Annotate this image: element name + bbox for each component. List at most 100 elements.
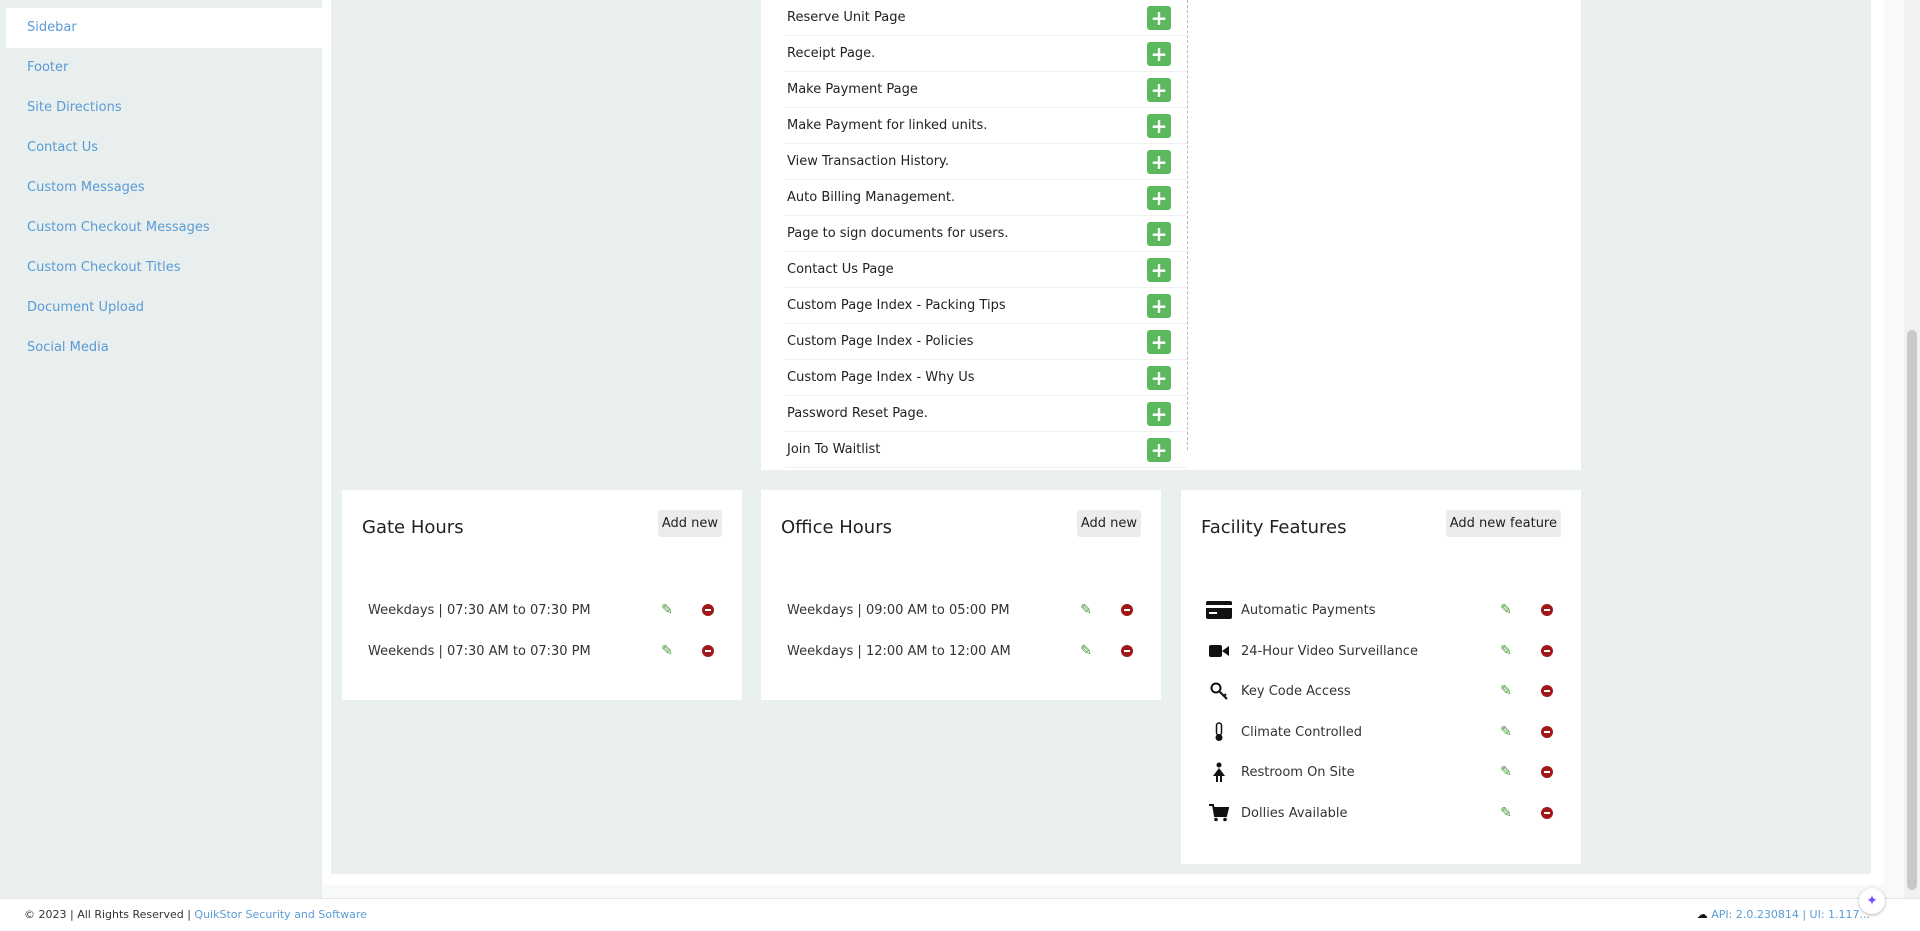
sidebar: Sidebar Footer Site Directions Contact U… (0, 0, 322, 898)
pencil-icon[interactable]: ✎ (1499, 602, 1513, 618)
add-page-button[interactable]: + (1147, 437, 1171, 462)
feature-label: Climate Controlled (1241, 724, 1363, 740)
pencil-icon[interactable]: ✎ (1499, 643, 1513, 659)
add-page-button[interactable]: + (1147, 293, 1171, 318)
list-item: Reserve Unit Page + (785, 0, 1187, 36)
hours-text: Weekends | 07:30 AM to 07:30 PM (368, 643, 591, 659)
restroom-icon (1205, 762, 1233, 782)
remove-icon[interactable] (1121, 645, 1133, 657)
pencil-icon[interactable]: ✎ (1079, 602, 1093, 618)
feature-label: Restroom On Site (1241, 764, 1355, 780)
remove-icon[interactable] (1541, 604, 1553, 616)
table-row: Weekdays | 07:30 AM to 07:30 PM ✎ (368, 595, 714, 625)
sidebar-item-custom-checkout-titles[interactable]: Custom Checkout Titles (6, 248, 322, 288)
credit-card-icon (1205, 601, 1233, 619)
pages-list: Reserve Unit Page + Receipt Page. + Make P… (785, 0, 1188, 468)
remove-icon[interactable] (1541, 685, 1553, 697)
video-camera-icon (1205, 644, 1233, 658)
footer-copyright: © 2023 | All Rights Reserved | QuikStor … (24, 908, 367, 921)
list-item: Page to sign documents for users. + (785, 216, 1187, 252)
copyright-text: © 2023 | All Rights Reserved | (24, 908, 195, 921)
feature-label: Automatic Payments (1241, 602, 1376, 618)
remove-icon[interactable] (702, 604, 714, 616)
gate-hours-title: Gate Hours (362, 517, 464, 538)
add-page-button[interactable]: + (1147, 401, 1171, 426)
main-content: Reserve Unit Page + Receipt Page. + Make P… (322, 0, 1884, 885)
remove-icon[interactable] (702, 645, 714, 657)
page-label: Custom Page Index - Policies (787, 334, 974, 349)
add-page-button[interactable]: + (1147, 365, 1171, 390)
page-label: View Transaction History. (787, 154, 950, 169)
pencil-icon[interactable]: ✎ (1499, 764, 1513, 780)
page-label: Password Reset Page. (787, 406, 928, 421)
add-page-button[interactable]: + (1147, 41, 1171, 66)
pencil-icon[interactable]: ✎ (660, 602, 674, 618)
scrollbar[interactable] (1904, 0, 1920, 898)
add-page-button[interactable]: + (1147, 5, 1171, 30)
remove-icon[interactable] (1541, 726, 1553, 738)
list-item: Custom Page Index - Why Us + (785, 360, 1187, 396)
page-label: Contact Us Page (787, 262, 894, 277)
list-item: Join To Waitlist + (785, 432, 1187, 468)
list-item: Receipt Page. + (785, 36, 1187, 72)
list-item: Contact Us Page + (785, 252, 1187, 288)
pencil-icon[interactable]: ✎ (1499, 683, 1513, 699)
table-row: Weekdays | 12:00 AM to 12:00 AM ✎ (787, 636, 1133, 666)
add-page-button[interactable]: + (1147, 149, 1171, 174)
feature-label: Dollies Available (1241, 805, 1348, 821)
sidebar-item-contact-us[interactable]: Contact Us (6, 128, 322, 168)
table-row: Climate Controlled ✎ (1205, 717, 1553, 747)
remove-icon[interactable] (1541, 645, 1553, 657)
table-row: Restroom On Site ✎ (1205, 757, 1553, 787)
version-info: ☁ API: 2.0.230814 | UI: 1.117... (1697, 908, 1870, 921)
sidebar-nav: Sidebar Footer Site Directions Contact U… (0, 8, 322, 368)
add-page-button[interactable]: + (1147, 185, 1171, 210)
page-label: Auto Billing Management. (787, 190, 956, 205)
add-page-button[interactable]: + (1147, 329, 1171, 354)
add-gate-hours-button[interactable]: Add new (657, 510, 722, 537)
main-panel: Reserve Unit Page + Receipt Page. + Make P… (331, 0, 1871, 874)
scrollbar-thumb[interactable] (1907, 330, 1917, 890)
sidebar-item-site-directions[interactable]: Site Directions (6, 88, 322, 128)
add-office-hours-button[interactable]: Add new (1076, 510, 1141, 537)
add-page-button[interactable]: + (1147, 257, 1171, 282)
feature-label: 24-Hour Video Surveillance (1241, 643, 1418, 659)
table-row: 24-Hour Video Surveillance ✎ (1205, 636, 1553, 666)
version-text: API: 2.0.230814 | UI: 1.117... (1711, 908, 1870, 921)
remove-icon[interactable] (1121, 604, 1133, 616)
page-label: Make Payment for linked units. (787, 118, 988, 133)
pages-card: Reserve Unit Page + Receipt Page. + Make P… (761, 0, 1581, 470)
page-label: Custom Page Index - Packing Tips (787, 298, 1006, 313)
sidebar-item-footer[interactable]: Footer (6, 48, 322, 88)
company-link[interactable]: QuikStor Security and Software (194, 908, 366, 921)
pencil-icon[interactable]: ✎ (1499, 724, 1513, 740)
remove-icon[interactable] (1541, 807, 1553, 819)
page-label: Page to sign documents for users. (787, 226, 1009, 241)
add-feature-button[interactable]: Add new feature (1445, 510, 1561, 537)
list-item: Auto Billing Management. + (785, 180, 1187, 216)
sidebar-item-sidebar[interactable]: Sidebar (6, 8, 322, 48)
page-label: Custom Page Index - Why Us (787, 370, 975, 385)
add-page-button[interactable]: + (1147, 113, 1171, 138)
feature-label: Key Code Access (1241, 683, 1351, 699)
table-row: Weekdays | 09:00 AM to 05:00 PM ✎ (787, 595, 1133, 625)
sidebar-item-document-upload[interactable]: Document Upload (6, 288, 322, 328)
list-item: View Transaction History. + (785, 144, 1187, 180)
page-label: Reserve Unit Page (787, 10, 906, 25)
table-row: Weekends | 07:30 AM to 07:30 PM ✎ (368, 636, 714, 666)
add-page-button[interactable]: + (1147, 221, 1171, 246)
sidebar-item-custom-messages[interactable]: Custom Messages (6, 168, 322, 208)
thermometer-icon (1205, 722, 1233, 742)
pencil-icon[interactable]: ✎ (660, 643, 674, 659)
sidebar-item-custom-checkout-messages[interactable]: Custom Checkout Messages (6, 208, 322, 248)
office-hours-title: Office Hours (781, 517, 892, 538)
table-row: Key Code Access ✎ (1205, 676, 1553, 706)
list-item: Custom Page Index - Policies + (785, 324, 1187, 360)
remove-icon[interactable] (1541, 766, 1553, 778)
help-widget-icon[interactable]: ✦ (1859, 888, 1885, 914)
gate-hours-card: Gate Hours Add new Weekdays | 07:30 AM t… (342, 490, 742, 700)
pencil-icon[interactable]: ✎ (1079, 643, 1093, 659)
sidebar-item-social-media[interactable]: Social Media (6, 328, 322, 368)
add-page-button[interactable]: + (1147, 77, 1171, 102)
pencil-icon[interactable]: ✎ (1499, 805, 1513, 821)
